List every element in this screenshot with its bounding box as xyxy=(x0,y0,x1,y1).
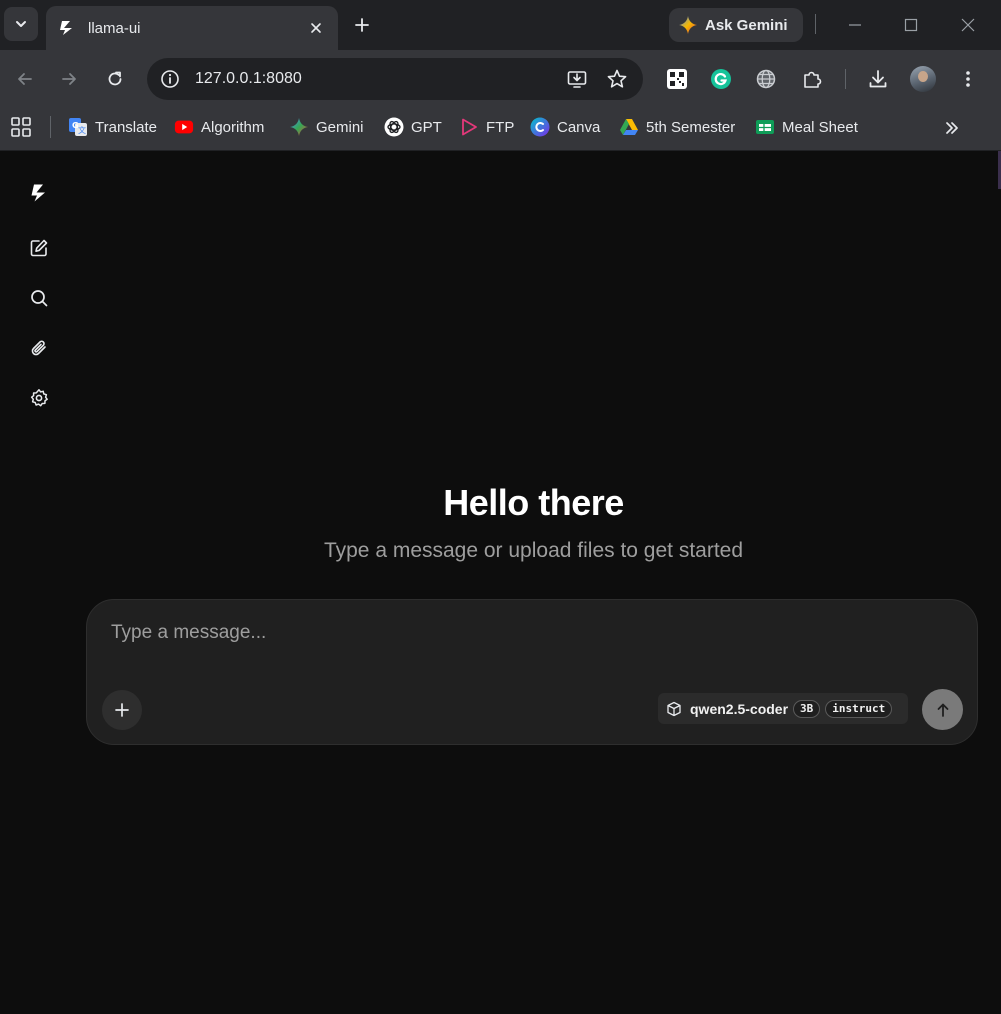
bookmark-canva[interactable]: Canva xyxy=(530,114,600,140)
bookmark-label: Translate xyxy=(95,118,157,136)
bookmark-label: GPT xyxy=(411,118,442,136)
tab-close-button[interactable] xyxy=(306,18,326,38)
message-input[interactable] xyxy=(111,618,931,648)
site-info-icon[interactable] xyxy=(159,68,181,90)
chevron-double-right-icon xyxy=(946,122,958,134)
profile-avatar[interactable] xyxy=(910,66,936,92)
bookmark-gemini[interactable]: Gemini xyxy=(289,114,364,140)
bookmark-gpt[interactable]: GPT xyxy=(384,114,442,140)
install-app-icon xyxy=(567,71,587,88)
maximize-button[interactable] xyxy=(896,10,926,40)
model-size-badge: 3B xyxy=(793,699,821,718)
google-translate-icon: G文 xyxy=(68,117,88,137)
qr-code-icon xyxy=(667,69,687,89)
settings-icon[interactable] xyxy=(28,387,50,409)
reload-icon xyxy=(108,71,122,86)
canva-icon xyxy=(530,117,550,137)
bookmark-label: Meal Sheet xyxy=(782,118,858,136)
close-icon xyxy=(311,23,321,33)
globe-icon xyxy=(756,69,776,89)
active-tab[interactable]: llama-ui xyxy=(46,6,338,50)
bookmarks-bar: G文 Translate Algorithm Gemini GPT FTP Ca… xyxy=(0,108,1001,151)
llama-logo-icon xyxy=(60,21,72,35)
svg-text:文: 文 xyxy=(78,125,86,135)
play-outline-icon xyxy=(459,117,479,137)
downloads-button[interactable] xyxy=(863,64,893,94)
ask-gemini-label: Ask Gemini xyxy=(705,16,788,34)
chevron-down-icon xyxy=(16,21,26,27)
plus-icon xyxy=(355,18,369,32)
maximize-icon xyxy=(904,18,918,32)
arrow-left-icon xyxy=(18,73,32,85)
logo-icon[interactable] xyxy=(28,182,50,204)
bookmark-label: 5th Semester xyxy=(646,118,736,136)
bookmark-5th-semester[interactable]: 5th Semester xyxy=(619,114,735,140)
puzzle-piece-icon xyxy=(804,71,822,88)
extensions-button[interactable] xyxy=(797,64,827,94)
grammarly-icon xyxy=(711,69,731,89)
bookmark-label: Canva xyxy=(557,118,601,136)
add-attachment-button[interactable] xyxy=(102,690,142,730)
divider xyxy=(845,69,846,89)
back-button[interactable] xyxy=(10,64,40,94)
model-variant-badge: instruct xyxy=(825,699,893,718)
browser-menu-button[interactable] xyxy=(953,64,983,94)
new-tab-button[interactable] xyxy=(348,11,376,39)
tab-search-button[interactable] xyxy=(4,7,38,41)
install-app-button[interactable] xyxy=(563,65,591,93)
ask-gemini-button[interactable]: Ask Gemini xyxy=(669,8,803,42)
bookmark-ftp[interactable]: FTP xyxy=(459,114,514,140)
browser-toolbar: 127.0.0.1:8080 xyxy=(0,50,1001,108)
close-icon xyxy=(961,18,975,32)
bookmark-star-button[interactable] xyxy=(603,65,631,93)
reload-button[interactable] xyxy=(100,64,130,94)
plus-icon xyxy=(115,703,129,717)
arrow-up-icon xyxy=(937,703,948,717)
kebab-menu-icon xyxy=(966,71,970,87)
grammarly-extension-button[interactable] xyxy=(706,64,736,94)
cube-icon xyxy=(667,701,681,716)
bookmark-meal-sheet[interactable]: Meal Sheet xyxy=(755,114,858,140)
close-window-button[interactable] xyxy=(953,10,983,40)
globe-extension-button[interactable] xyxy=(751,64,781,94)
divider xyxy=(815,14,816,34)
minimize-button[interactable] xyxy=(840,10,870,40)
send-button[interactable] xyxy=(922,689,963,730)
more-bookmarks-button[interactable] xyxy=(940,116,964,140)
url-text[interactable]: 127.0.0.1:8080 xyxy=(195,70,551,88)
greeting-subtitle: Type a message or upload files to get st… xyxy=(323,539,744,562)
model-name: qwen2.5-coder xyxy=(690,700,789,717)
apps-button[interactable] xyxy=(10,116,32,138)
arrow-right-icon xyxy=(62,73,76,85)
minimize-icon xyxy=(849,24,861,26)
tab-title: llama-ui xyxy=(88,19,141,37)
search-icon[interactable] xyxy=(28,287,50,309)
download-icon xyxy=(869,70,887,88)
forward-button[interactable] xyxy=(54,64,84,94)
new-chat-icon[interactable] xyxy=(28,237,50,259)
google-sheets-icon xyxy=(755,117,775,137)
gemini-icon xyxy=(289,117,309,137)
tab-strip: llama-ui Ask Gemini xyxy=(0,0,1001,50)
youtube-icon xyxy=(174,117,194,137)
app-page: Hello there Type a message or upload fil… xyxy=(0,151,1001,1014)
attachments-icon[interactable] xyxy=(28,337,50,359)
google-drive-icon xyxy=(619,117,639,137)
gemini-sparkle-icon xyxy=(679,16,697,34)
divider xyxy=(50,116,51,138)
qr-code-extension-button[interactable] xyxy=(662,64,692,94)
address-bar[interactable]: 127.0.0.1:8080 xyxy=(147,58,643,100)
openai-icon xyxy=(384,117,404,137)
model-selector[interactable]: qwen2.5-coder 3B instruct xyxy=(658,693,908,724)
greeting-title: Hello there xyxy=(443,482,624,523)
bookmark-label: Gemini xyxy=(316,118,364,136)
bookmark-translate[interactable]: G文 Translate xyxy=(68,114,157,140)
bookmark-label: Algorithm xyxy=(201,118,265,136)
star-icon xyxy=(607,69,627,88)
bookmark-label: FTP xyxy=(486,118,515,136)
apps-grid-icon xyxy=(11,117,31,137)
message-composer: qwen2.5-coder 3B instruct xyxy=(86,599,978,745)
bookmark-algorithm[interactable]: Algorithm xyxy=(174,114,264,140)
